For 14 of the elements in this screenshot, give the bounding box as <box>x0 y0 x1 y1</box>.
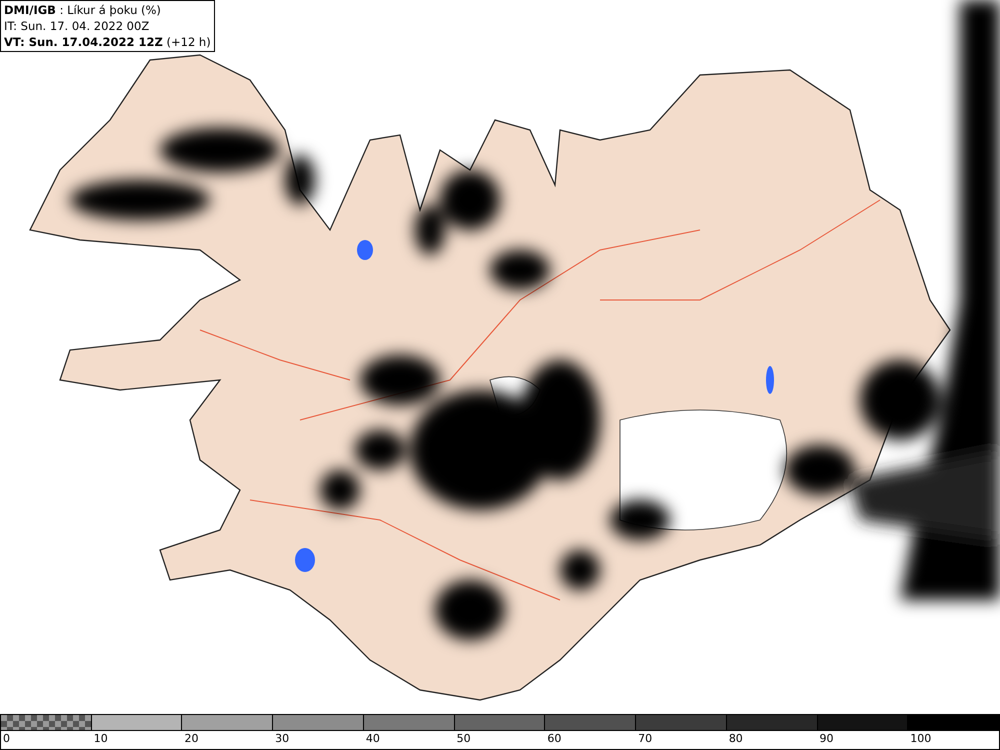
legend-label: 100 <box>909 731 932 747</box>
legend-label: 90 <box>818 731 834 747</box>
legend-label: 20 <box>183 731 198 747</box>
info-text: IT: Sun. 17. 04. 2022 00Z <box>4 18 150 34</box>
legend-label: 50 <box>456 731 471 747</box>
legend-label: 0 <box>2 731 10 747</box>
legend-label: 70 <box>637 731 652 747</box>
legend-label: 60 <box>546 731 562 747</box>
legend-label: 40 <box>364 731 380 747</box>
info-text: DMI/IGB : Líkur á þoku (%) <box>4 2 162 18</box>
legend-label: 80 <box>728 731 743 747</box>
info-text: VT: Sun. 17.04.2022 12Z (+12 h) <box>4 34 211 50</box>
legend-label: 30 <box>274 731 290 747</box>
legend-label: 10 <box>92 731 108 747</box>
